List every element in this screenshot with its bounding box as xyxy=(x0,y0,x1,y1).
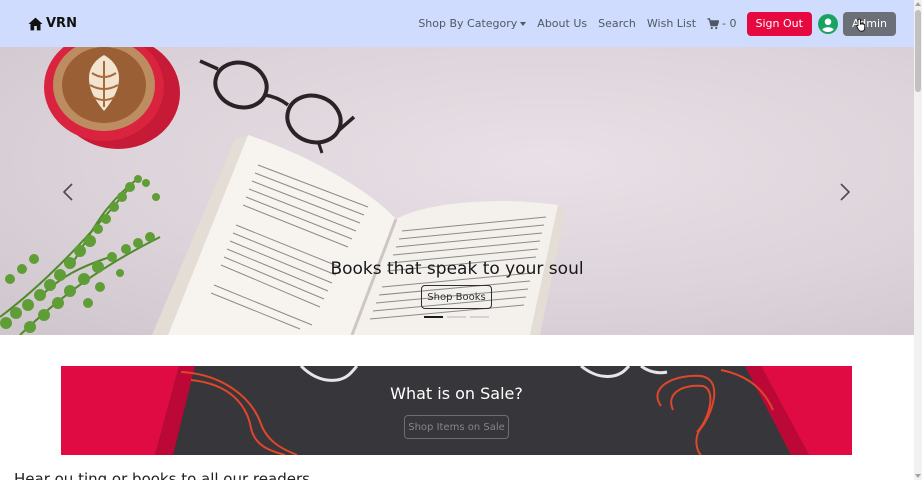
section-heading-partial: Hear ou ting or books to all our readers xyxy=(14,470,310,480)
nav-search[interactable]: Search xyxy=(598,17,636,30)
brand-link[interactable]: VRN xyxy=(27,16,77,32)
carousel-indicators xyxy=(424,316,489,318)
carousel-prev-arrow[interactable] xyxy=(62,183,74,201)
page: VRN Shop By Category About Us Search Wis… xyxy=(0,0,922,480)
nav-shop-by-category[interactable]: Shop By Category xyxy=(418,17,527,30)
sign-out-button[interactable]: Sign Out xyxy=(746,11,812,36)
user-circle-icon[interactable] xyxy=(817,13,838,34)
scroll-up-arrow-icon[interactable] xyxy=(915,2,921,6)
cart-icon xyxy=(707,17,720,29)
nav-links: Shop By Category About Us Search Wish Li… xyxy=(418,11,896,36)
shop-books-button[interactable]: Shop Books xyxy=(421,285,492,309)
nav-wish-list[interactable]: Wish List xyxy=(647,17,696,30)
cart-count: - 0 xyxy=(722,17,737,30)
carousel-next-arrow[interactable] xyxy=(839,183,851,201)
carousel-indicator[interactable] xyxy=(470,316,489,318)
nav-shop-by-category-label: Shop By Category xyxy=(418,17,518,30)
hero-caption: Books that speak to your soul xyxy=(330,259,584,279)
carousel-indicator[interactable] xyxy=(424,316,443,318)
sale-banner-image xyxy=(61,366,852,455)
home-icon xyxy=(28,17,43,30)
nav-cart[interactable]: - 0 xyxy=(707,17,737,30)
carousel-indicator[interactable] xyxy=(447,316,466,318)
shop-items-on-sale-button[interactable]: Shop Items on Sale xyxy=(404,415,509,439)
scroll-down-arrow-icon[interactable] xyxy=(915,474,921,478)
mouse-cursor-icon xyxy=(856,18,866,32)
hero-carousel: Books that speak to your soul Shop Books xyxy=(0,47,914,335)
brand-name: VRN xyxy=(46,16,77,31)
nav-about-us[interactable]: About Us xyxy=(537,17,587,30)
navbar: VRN Shop By Category About Us Search Wis… xyxy=(0,0,914,47)
caret-down-icon xyxy=(520,21,527,26)
scrollbar-thumb[interactable] xyxy=(915,10,921,92)
page-scrollbar[interactable] xyxy=(914,0,922,480)
admin-button[interactable]: Admin xyxy=(842,11,896,36)
sale-banner: What is on Sale? Shop Items on Sale xyxy=(61,366,852,455)
sale-title: What is on Sale? xyxy=(390,384,523,403)
